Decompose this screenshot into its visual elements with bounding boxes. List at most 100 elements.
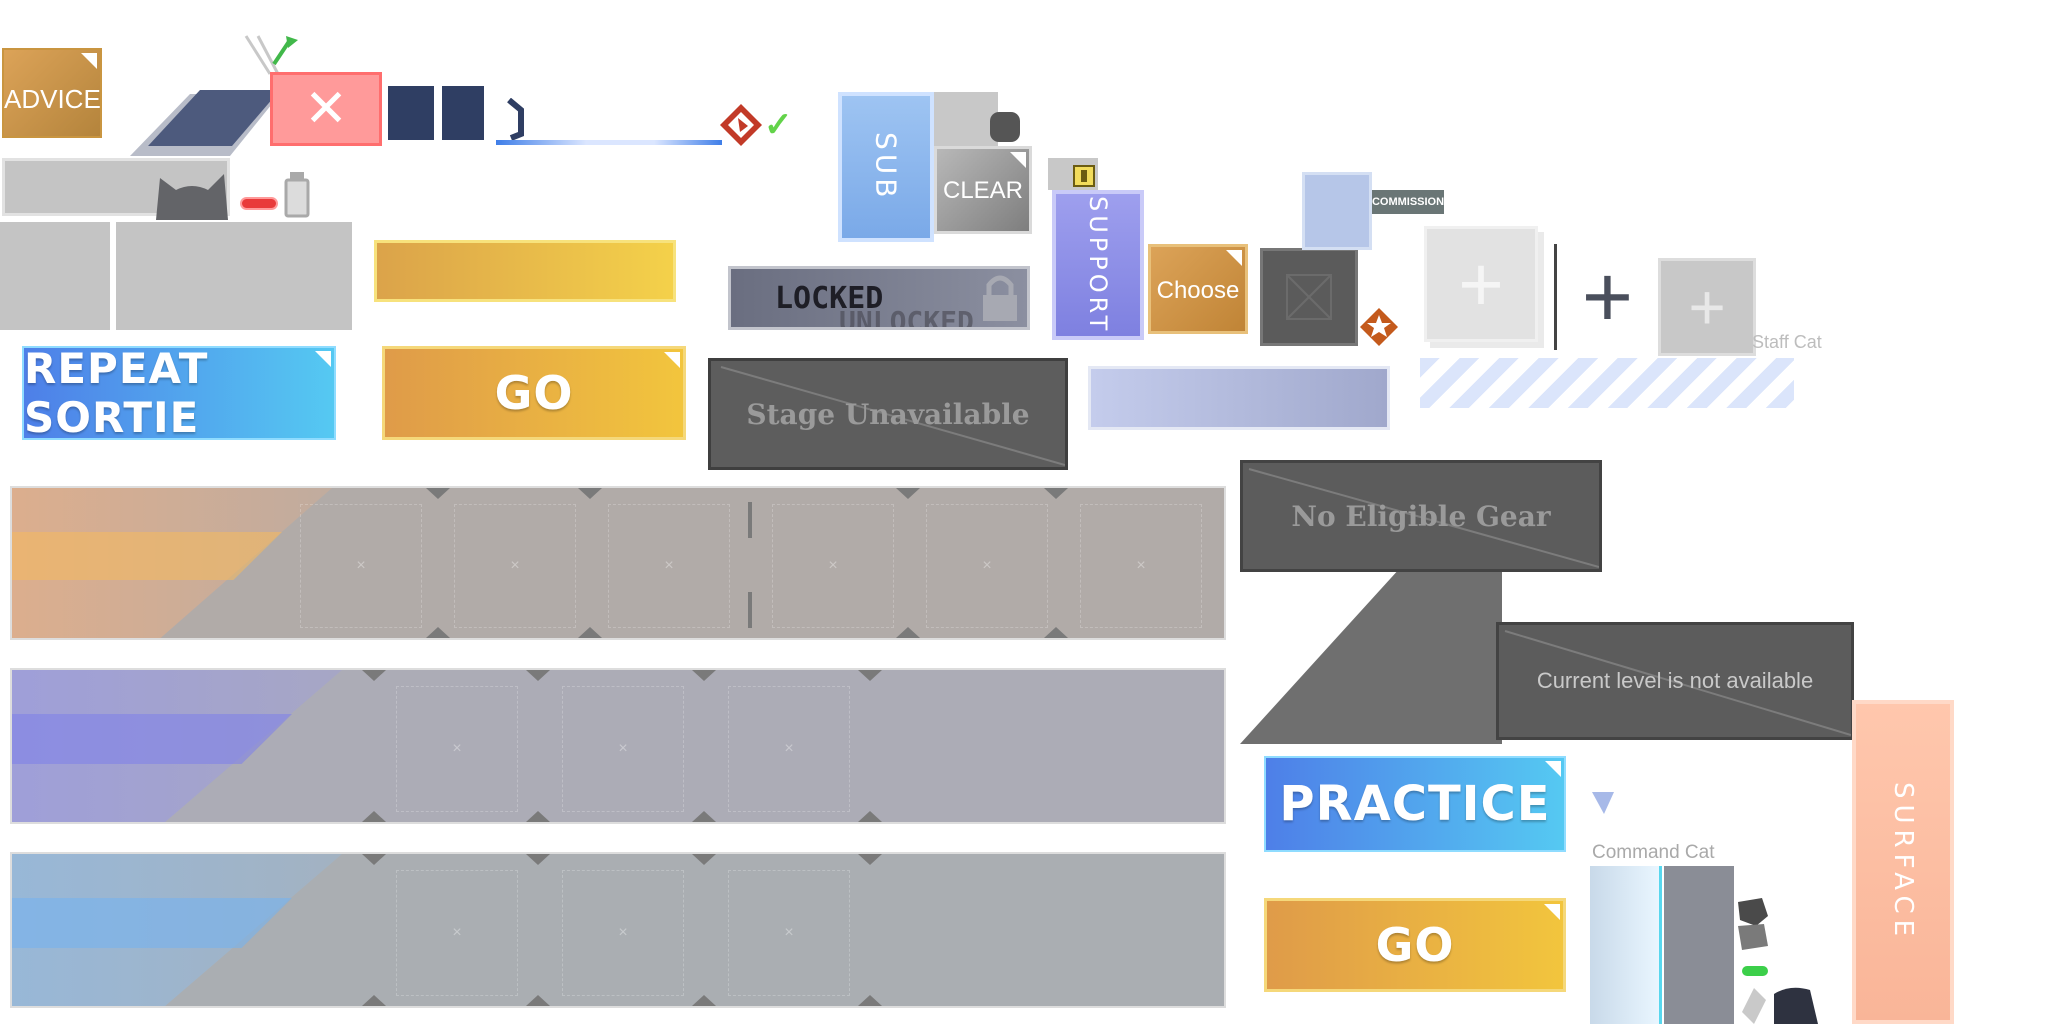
- faint-x-icon: [1286, 274, 1332, 320]
- grey-tile-right: [116, 222, 352, 330]
- marker: [578, 488, 602, 499]
- clear-button[interactable]: CLEAR: [934, 146, 1032, 234]
- slot-1[interactable]: ×: [396, 870, 518, 996]
- marker: [692, 995, 716, 1006]
- slot-2[interactable]: ×: [454, 504, 576, 628]
- close-icon: ✕: [304, 80, 348, 138]
- battery-icon: [284, 172, 310, 218]
- lock-icon: [983, 275, 1017, 321]
- surface-tab[interactable]: SURFACE: [1852, 700, 1954, 1024]
- go-button-bottom[interactable]: GO: [1264, 898, 1566, 992]
- hex-stack-icon: [1738, 898, 1768, 1024]
- practice-button[interactable]: PRACTICE: [1264, 756, 1566, 852]
- go-bottom-label: GO: [1375, 918, 1455, 972]
- repeat-sortie-label: REPEAT SORTIE: [24, 344, 209, 442]
- marker: [858, 670, 882, 681]
- marker: [362, 854, 386, 865]
- choose-label: Choose: [1156, 277, 1240, 304]
- slot-2[interactable]: ×: [562, 686, 684, 812]
- slot-3[interactable]: ×: [608, 504, 730, 628]
- plus-icon-dark: +: [1581, 247, 1634, 346]
- marker: [362, 670, 386, 681]
- red-badge-icon: [720, 104, 762, 146]
- plus-icon-light: +: [1688, 271, 1726, 343]
- marker: [362, 811, 386, 822]
- orange-bar-button[interactable]: [374, 240, 676, 302]
- command-cat-label: Command Cat: [1592, 842, 1715, 863]
- team-row-stripe: [12, 898, 292, 948]
- red-pill-indicator: [240, 197, 278, 210]
- surface-label: SURFACE: [1888, 781, 1918, 943]
- marker: [896, 488, 920, 499]
- marker: [1044, 488, 1068, 499]
- slot-1[interactable]: ×: [300, 504, 422, 628]
- marker: [896, 627, 920, 638]
- slot-x: ×: [356, 557, 366, 574]
- repeat-sortie-button[interactable]: REPEAT SORTIE: [22, 344, 336, 442]
- slot-x: ×: [618, 740, 628, 757]
- slot-2[interactable]: ×: [562, 870, 684, 996]
- slot-4[interactable]: ×: [772, 504, 894, 628]
- slot-6[interactable]: ×: [1080, 504, 1202, 628]
- go-button[interactable]: GO: [382, 346, 686, 440]
- slot-x: ×: [664, 557, 674, 574]
- add-slot-bracket[interactable]: +: [1554, 244, 1658, 350]
- slot-x: ×: [828, 557, 838, 574]
- sub-label: SUB: [869, 132, 903, 202]
- staff-cat-label: Staff Cat: [1752, 332, 1822, 352]
- slot-x: ×: [618, 924, 628, 941]
- slot-5[interactable]: ×: [926, 504, 1048, 628]
- marker: [362, 995, 386, 1006]
- commission-back-plate: [1302, 172, 1372, 250]
- dark-figure-icon: [1774, 987, 1818, 1024]
- slot-x: ×: [452, 740, 462, 757]
- marker: [426, 627, 450, 638]
- marker: [526, 854, 550, 865]
- diamond-icon: [1592, 792, 1614, 814]
- star-medal-icon: [1360, 308, 1398, 346]
- practice-label: PRACTICE: [1279, 776, 1551, 832]
- slot-3[interactable]: ×: [728, 870, 850, 996]
- no-eligible-gear-text: No Eligible Gear: [1291, 499, 1551, 533]
- add-slot-small[interactable]: +: [1658, 258, 1756, 356]
- level-not-available-text: Current level is not available: [1536, 668, 1814, 693]
- advice-button[interactable]: ADVICE: [2, 48, 102, 138]
- close-button[interactable]: ✕: [270, 72, 382, 146]
- hatched-strip: [1420, 358, 1794, 408]
- grey-connector-shape: [1240, 568, 1502, 744]
- slot-x: ×: [982, 557, 992, 574]
- commission-label: COMMISSION: [1371, 196, 1445, 208]
- command-cat-light-panel: [1590, 866, 1662, 1024]
- unlocked-label: UNLOCKED: [839, 305, 974, 330]
- choose-button[interactable]: Choose: [1148, 244, 1248, 334]
- support-tab[interactable]: SUPPORT: [1052, 190, 1144, 340]
- marker: [1044, 627, 1068, 638]
- no-eligible-gear-panel: No Eligible Gear: [1240, 460, 1602, 572]
- grey-dot: [990, 112, 1020, 142]
- add-slot-large[interactable]: +: [1424, 226, 1538, 342]
- marker: [692, 670, 716, 681]
- dark-square-slot[interactable]: [1260, 248, 1358, 346]
- checkmark-icon: ✓: [764, 106, 793, 144]
- sub-tab[interactable]: SUB: [838, 92, 934, 242]
- slot-x: ×: [784, 740, 794, 757]
- divider: [748, 592, 752, 628]
- slot-3[interactable]: ×: [728, 686, 850, 812]
- lavender-bar[interactable]: [1088, 366, 1390, 430]
- slot-x: ×: [452, 924, 462, 941]
- marker: [526, 811, 550, 822]
- commission-tag[interactable]: COMMISSION: [1372, 190, 1444, 214]
- cat-silhouette-icon: [156, 174, 228, 220]
- marker: [526, 670, 550, 681]
- sub-back-plate: [924, 92, 998, 150]
- clear-label: CLEAR: [942, 177, 1024, 204]
- level-not-available-panel: Current level is not available: [1496, 622, 1854, 740]
- team-row-blue: × × ×: [10, 852, 1226, 1008]
- stage-unavailable-text: Stage Unavailable: [746, 397, 1030, 431]
- progress-track: [496, 140, 722, 145]
- support-label: SUPPORT: [1084, 195, 1112, 335]
- team-row-stripe: [12, 532, 282, 580]
- slot-1[interactable]: ×: [396, 686, 518, 812]
- slot-x: ×: [784, 924, 794, 941]
- grey-tile-left: [0, 222, 110, 330]
